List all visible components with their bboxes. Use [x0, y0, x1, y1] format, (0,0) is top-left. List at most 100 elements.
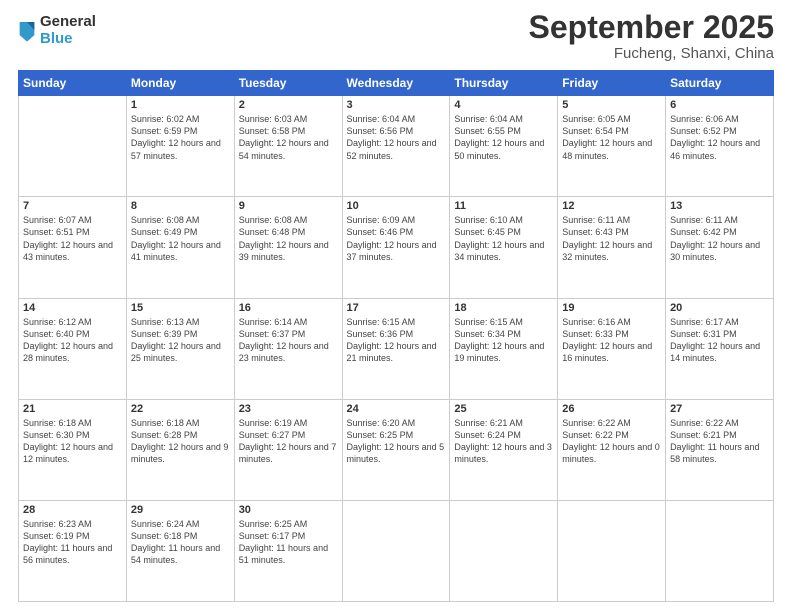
calendar-cell: 12 Sunrise: 6:11 AMSunset: 6:43 PMDaylig…	[558, 197, 666, 298]
calendar-cell: 28 Sunrise: 6:23 AMSunset: 6:19 PMDaylig…	[19, 500, 127, 601]
header-sunday: Sunday	[19, 71, 127, 96]
day-number: 28	[23, 504, 122, 516]
day-info: Sunrise: 6:04 AMSunset: 6:55 PMDaylight:…	[454, 113, 553, 162]
day-number: 29	[131, 504, 230, 516]
day-info: Sunrise: 6:19 AMSunset: 6:27 PMDaylight:…	[239, 417, 338, 466]
day-info: Sunrise: 6:08 AMSunset: 6:49 PMDaylight:…	[131, 214, 230, 263]
calendar-cell: 30 Sunrise: 6:25 AMSunset: 6:17 PMDaylig…	[234, 500, 342, 601]
calendar-cell: 5 Sunrise: 6:05 AMSunset: 6:54 PMDayligh…	[558, 96, 666, 197]
day-info: Sunrise: 6:15 AMSunset: 6:34 PMDaylight:…	[454, 316, 553, 365]
day-number: 21	[23, 403, 122, 415]
day-number: 3	[347, 99, 446, 111]
header-thursday: Thursday	[450, 71, 558, 96]
calendar-cell: 14 Sunrise: 6:12 AMSunset: 6:40 PMDaylig…	[19, 298, 127, 399]
header-wednesday: Wednesday	[342, 71, 450, 96]
calendar-cell	[342, 500, 450, 601]
logo-text: General Blue	[40, 14, 96, 47]
calendar-cell: 18 Sunrise: 6:15 AMSunset: 6:34 PMDaylig…	[450, 298, 558, 399]
day-info: Sunrise: 6:03 AMSunset: 6:58 PMDaylight:…	[239, 113, 338, 162]
day-info: Sunrise: 6:20 AMSunset: 6:25 PMDaylight:…	[347, 417, 446, 466]
header-tuesday: Tuesday	[234, 71, 342, 96]
day-number: 12	[562, 200, 661, 212]
day-info: Sunrise: 6:08 AMSunset: 6:48 PMDaylight:…	[239, 214, 338, 263]
day-number: 2	[239, 99, 338, 111]
day-number: 16	[239, 302, 338, 314]
day-info: Sunrise: 6:12 AMSunset: 6:40 PMDaylight:…	[23, 316, 122, 365]
calendar-table: Sunday Monday Tuesday Wednesday Thursday…	[18, 70, 774, 602]
day-info: Sunrise: 6:06 AMSunset: 6:52 PMDaylight:…	[670, 113, 769, 162]
day-number: 5	[562, 99, 661, 111]
day-info: Sunrise: 6:04 AMSunset: 6:56 PMDaylight:…	[347, 113, 446, 162]
header-friday: Friday	[558, 71, 666, 96]
calendar-week-row: 21 Sunrise: 6:18 AMSunset: 6:30 PMDaylig…	[19, 399, 774, 500]
day-info: Sunrise: 6:11 AMSunset: 6:43 PMDaylight:…	[562, 214, 661, 263]
calendar-week-row: 1 Sunrise: 6:02 AMSunset: 6:59 PMDayligh…	[19, 96, 774, 197]
day-number: 19	[562, 302, 661, 314]
day-number: 9	[239, 200, 338, 212]
calendar-cell	[450, 500, 558, 601]
calendar-cell: 8 Sunrise: 6:08 AMSunset: 6:49 PMDayligh…	[126, 197, 234, 298]
calendar-cell: 11 Sunrise: 6:10 AMSunset: 6:45 PMDaylig…	[450, 197, 558, 298]
day-info: Sunrise: 6:14 AMSunset: 6:37 PMDaylight:…	[239, 316, 338, 365]
day-info: Sunrise: 6:24 AMSunset: 6:18 PMDaylight:…	[131, 518, 230, 567]
calendar-cell	[19, 96, 127, 197]
day-info: Sunrise: 6:18 AMSunset: 6:30 PMDaylight:…	[23, 417, 122, 466]
day-number: 8	[131, 200, 230, 212]
day-info: Sunrise: 6:22 AMSunset: 6:21 PMDaylight:…	[670, 417, 769, 466]
day-number: 27	[670, 403, 769, 415]
day-info: Sunrise: 6:05 AMSunset: 6:54 PMDaylight:…	[562, 113, 661, 162]
day-info: Sunrise: 6:17 AMSunset: 6:31 PMDaylight:…	[670, 316, 769, 365]
day-number: 22	[131, 403, 230, 415]
day-info: Sunrise: 6:10 AMSunset: 6:45 PMDaylight:…	[454, 214, 553, 263]
calendar-cell: 26 Sunrise: 6:22 AMSunset: 6:22 PMDaylig…	[558, 399, 666, 500]
day-number: 24	[347, 403, 446, 415]
day-number: 23	[239, 403, 338, 415]
calendar-cell: 10 Sunrise: 6:09 AMSunset: 6:46 PMDaylig…	[342, 197, 450, 298]
day-info: Sunrise: 6:11 AMSunset: 6:42 PMDaylight:…	[670, 214, 769, 263]
logo-blue: Blue	[40, 31, 96, 48]
day-number: 14	[23, 302, 122, 314]
calendar-cell: 24 Sunrise: 6:20 AMSunset: 6:25 PMDaylig…	[342, 399, 450, 500]
day-number: 30	[239, 504, 338, 516]
calendar-cell: 16 Sunrise: 6:14 AMSunset: 6:37 PMDaylig…	[234, 298, 342, 399]
day-info: Sunrise: 6:15 AMSunset: 6:36 PMDaylight:…	[347, 316, 446, 365]
day-number: 10	[347, 200, 446, 212]
calendar-cell: 29 Sunrise: 6:24 AMSunset: 6:18 PMDaylig…	[126, 500, 234, 601]
calendar-week-row: 14 Sunrise: 6:12 AMSunset: 6:40 PMDaylig…	[19, 298, 774, 399]
day-number: 1	[131, 99, 230, 111]
location-title: Fucheng, Shanxi, China	[529, 45, 774, 62]
header-saturday: Saturday	[666, 71, 774, 96]
logo-general: General	[40, 14, 96, 31]
calendar-cell: 9 Sunrise: 6:08 AMSunset: 6:48 PMDayligh…	[234, 197, 342, 298]
calendar-cell: 17 Sunrise: 6:15 AMSunset: 6:36 PMDaylig…	[342, 298, 450, 399]
day-number: 18	[454, 302, 553, 314]
day-number: 11	[454, 200, 553, 212]
day-info: Sunrise: 6:23 AMSunset: 6:19 PMDaylight:…	[23, 518, 122, 567]
day-number: 13	[670, 200, 769, 212]
calendar-cell: 22 Sunrise: 6:18 AMSunset: 6:28 PMDaylig…	[126, 399, 234, 500]
calendar-cell	[666, 500, 774, 601]
calendar-cell: 21 Sunrise: 6:18 AMSunset: 6:30 PMDaylig…	[19, 399, 127, 500]
day-number: 15	[131, 302, 230, 314]
calendar-cell: 25 Sunrise: 6:21 AMSunset: 6:24 PMDaylig…	[450, 399, 558, 500]
day-number: 26	[562, 403, 661, 415]
month-title: September 2025	[529, 10, 774, 45]
day-number: 6	[670, 99, 769, 111]
calendar-cell: 20 Sunrise: 6:17 AMSunset: 6:31 PMDaylig…	[666, 298, 774, 399]
calendar-cell: 4 Sunrise: 6:04 AMSunset: 6:55 PMDayligh…	[450, 96, 558, 197]
day-number: 4	[454, 99, 553, 111]
days-header-row: Sunday Monday Tuesday Wednesday Thursday…	[19, 71, 774, 96]
calendar-cell: 1 Sunrise: 6:02 AMSunset: 6:59 PMDayligh…	[126, 96, 234, 197]
day-info: Sunrise: 6:09 AMSunset: 6:46 PMDaylight:…	[347, 214, 446, 263]
day-info: Sunrise: 6:21 AMSunset: 6:24 PMDaylight:…	[454, 417, 553, 466]
calendar-cell	[558, 500, 666, 601]
calendar-cell: 7 Sunrise: 6:07 AMSunset: 6:51 PMDayligh…	[19, 197, 127, 298]
header-monday: Monday	[126, 71, 234, 96]
day-info: Sunrise: 6:22 AMSunset: 6:22 PMDaylight:…	[562, 417, 661, 466]
day-info: Sunrise: 6:07 AMSunset: 6:51 PMDaylight:…	[23, 214, 122, 263]
title-block: September 2025 Fucheng, Shanxi, China	[529, 10, 774, 62]
calendar-cell: 19 Sunrise: 6:16 AMSunset: 6:33 PMDaylig…	[558, 298, 666, 399]
day-info: Sunrise: 6:18 AMSunset: 6:28 PMDaylight:…	[131, 417, 230, 466]
calendar-week-row: 28 Sunrise: 6:23 AMSunset: 6:19 PMDaylig…	[19, 500, 774, 601]
day-number: 7	[23, 200, 122, 212]
